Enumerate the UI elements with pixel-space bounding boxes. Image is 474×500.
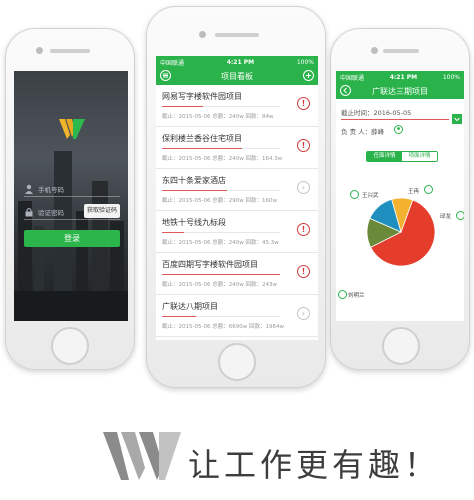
board-navbar: 项目看板 [156, 68, 318, 85]
project-list: 网易写字楼软件园项目 截止：2015-05-06 总额：240w 回款：84w! 保… [156, 85, 318, 337]
front-camera [199, 31, 206, 38]
project-name: 东四十条爱家酒店 [162, 176, 226, 185]
project-name: 网易写字楼软件园项目 [162, 92, 242, 101]
code-field-placeholder: 验证密码 [38, 208, 64, 217]
login-phone: 手机号码 验证密码 获取验证码 登录 [5, 28, 135, 370]
phone-field-placeholder: 手机号码 [38, 185, 64, 194]
alert-icon[interactable]: ! [297, 139, 310, 152]
brand-w-logo [103, 432, 181, 480]
carrier-label: 中国联通 [340, 74, 365, 82]
slogan-text: 让工作更有趣！ [188, 446, 441, 484]
pie-label-wang-xingwu: 王兴武 [362, 193, 379, 199]
progress-bar [162, 106, 280, 107]
battery-label: 100% [296, 58, 314, 66]
project-meta: 截止：2015-05-06 总额：240w 回款：45.3w [162, 240, 279, 246]
project-meta: 截止：2015-05-06 总额：240w 回款：164.3w [162, 156, 283, 162]
promo-stage: 手机号码 验证密码 获取验证码 登录 中国联通 4:21 PM 100% 广联达… [0, 0, 474, 500]
status-bar: 中国联通 4:21 PM 100% [156, 56, 318, 68]
user-icon [25, 184, 33, 194]
project-row[interactable]: 东四十条爱家酒店截止：2015-05-06 总额：290w 回款：160w › [156, 169, 318, 211]
project-row[interactable]: 广联达八期项目截止：2015-05-06 总额：6690w 回款：1964w › [156, 295, 318, 337]
project-row[interactable]: 保利楼兰香谷住宅项目截止：2015-05-06 总额：240w 回款：164.3… [156, 127, 318, 169]
person-icon [350, 190, 359, 199]
detail-header: 中国联通 4:21 PM 100% 广联达三期项目 [336, 71, 464, 99]
project-name: 广联达八期项目 [162, 302, 218, 311]
detail-tabs: 任面详情 项面详情 [366, 151, 438, 162]
clock-label: 4:21 PM [389, 73, 418, 81]
phone-field[interactable]: 手机号码 [24, 181, 120, 197]
tab-project-detail[interactable]: 项面详情 [402, 152, 437, 161]
project-name: 保利楼兰香谷住宅项目 [162, 134, 242, 143]
pie-label-wang-ran: 王冉 [408, 189, 420, 195]
clock-label: 4:21 PM [226, 58, 255, 66]
alert-icon[interactable]: ! [297, 265, 310, 278]
deadline-label: 截止时间：2016-05-05 [341, 109, 412, 117]
home-button [51, 327, 89, 365]
detail-phone: 中国联通 4:21 PM 100% 广联达三期项目 截止时间：2016-05-0… [330, 28, 470, 370]
carrier-label: 中国联通 [160, 59, 185, 67]
progress-bar [162, 274, 280, 275]
tab-task-detail[interactable]: 任面详情 [367, 152, 402, 161]
progress-fill [162, 106, 204, 107]
add-icon[interactable] [303, 70, 314, 81]
login-screen: 手机号码 验证密码 获取验证码 登录 [14, 71, 128, 321]
battery-label: 100% [442, 73, 460, 81]
owner-label: 负 责 人：薛峰 [341, 128, 385, 136]
project-name: 百度四期写字楼软件园项目 [162, 260, 258, 269]
project-meta: 截止：2015-05-06 总额：240w 回款：84w [162, 114, 274, 120]
board-screen: 中国联通 4:21 PM 100% 项目看板 网易写字楼软件园项目截止：2015… [156, 56, 318, 340]
home-button [218, 343, 256, 381]
progress-bar [162, 316, 280, 317]
person-icon [424, 185, 433, 194]
progress-fill [162, 190, 227, 191]
person-icon [456, 211, 464, 220]
progress-fill [162, 148, 243, 149]
status-bar: 中国联通 4:21 PM 100% [336, 71, 464, 83]
detail-navbar: 广联达三期项目 [336, 83, 464, 99]
app-logo-icon [59, 119, 85, 139]
front-camera [371, 47, 378, 54]
pie-label-qiu-long: 邱龙 [440, 214, 452, 220]
home-button [382, 327, 420, 365]
back-icon[interactable] [340, 85, 351, 96]
skyline-base [14, 291, 128, 321]
project-row[interactable]: 网易写字楼软件园项目截止：2015-05-06 总额：240w 回款：84w! [156, 85, 318, 127]
project-row[interactable]: 百度四期写字楼软件园项目截止：2015-05-06 总额：240w 回款：243… [156, 253, 318, 295]
dropdown-icon[interactable] [452, 114, 462, 124]
chevron-right-icon[interactable]: › [297, 307, 310, 320]
progress-fill [162, 232, 185, 233]
progress-fill [162, 316, 197, 317]
user-avatar-icon [394, 125, 403, 134]
board-phone: 中国联通 4:21 PM 100% 项目看板 网易写字楼软件园项目截止：2015… [146, 6, 326, 388]
project-meta: 截止：2015-05-06 总额：240w 回款：243w [162, 282, 277, 288]
code-field[interactable]: 验证密码 获取验证码 [24, 204, 120, 220]
lock-icon [25, 207, 33, 216]
chevron-right-icon[interactable]: › [297, 181, 310, 194]
board-header: 中国联通 4:21 PM 100% 项目看板 [156, 56, 318, 85]
speaker-grill [215, 33, 259, 37]
login-button[interactable]: 登录 [24, 230, 120, 247]
progress-bar [162, 232, 280, 233]
progress-fill [162, 274, 280, 275]
menu-icon[interactable] [160, 70, 171, 81]
front-camera [36, 47, 43, 54]
speaker-grill [383, 49, 419, 53]
board-title: 项目看板 [221, 72, 253, 81]
alert-icon[interactable]: ! [297, 97, 310, 110]
detail-screen: 中国联通 4:21 PM 100% 广联达三期项目 截止时间：2016-05-0… [336, 71, 464, 321]
get-code-button[interactable]: 获取验证码 [83, 204, 120, 218]
project-name: 地铁十号线九标段 [162, 218, 226, 227]
progress-bar [162, 148, 280, 149]
project-meta: 截止：2015-05-06 总额：290w 回款：160w [162, 198, 277, 204]
project-row[interactable]: 地铁十号线九标段截止：2015-05-06 总额：240w 回款：45.3w! [156, 211, 318, 253]
alert-icon[interactable]: ! [297, 223, 310, 236]
speaker-grill [50, 49, 90, 53]
pie-chart [366, 197, 436, 267]
detail-title: 广联达三期项目 [372, 86, 428, 96]
pie-label-liu-minglan: 刘明兰 [348, 293, 365, 299]
progress-bar [162, 190, 280, 191]
person-icon [338, 290, 347, 299]
project-meta: 截止：2015-05-06 总额：6690w 回款：1964w [162, 324, 284, 330]
progress-line [341, 119, 449, 120]
